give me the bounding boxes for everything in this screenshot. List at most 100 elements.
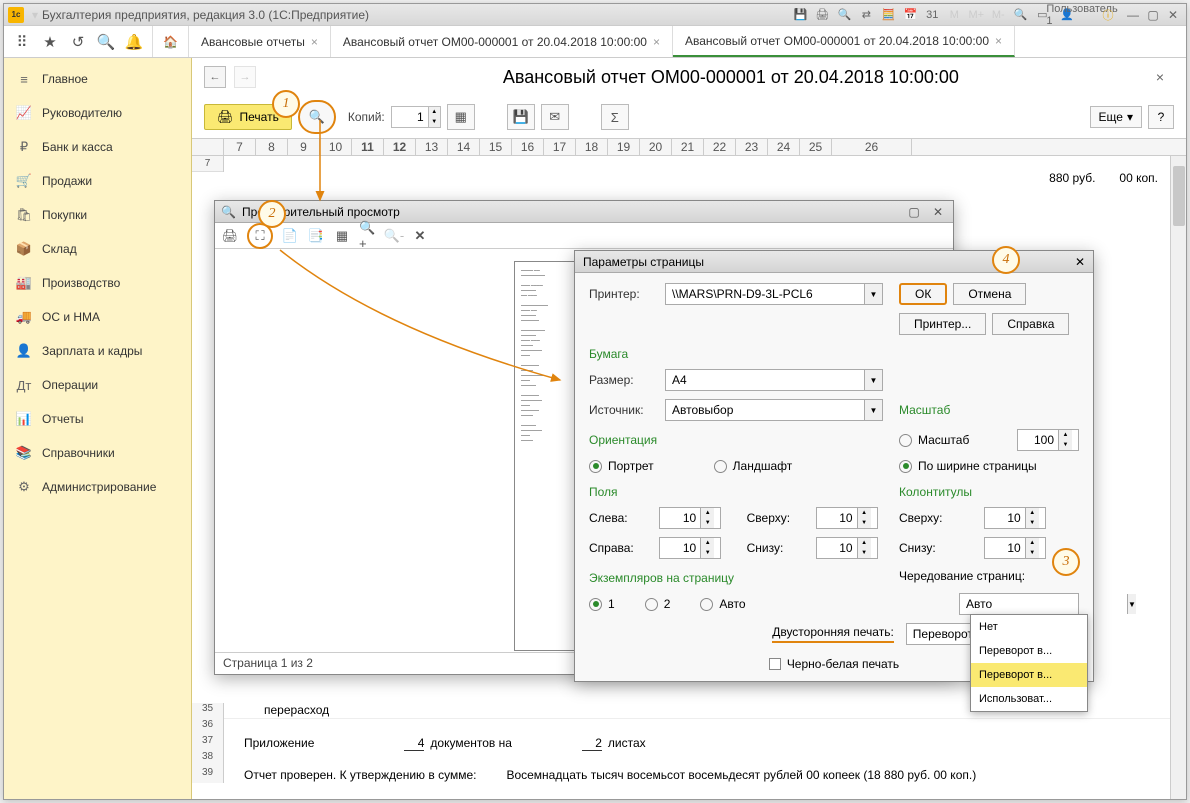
user-label[interactable]: 👤 Пользователь 1	[1056, 7, 1094, 23]
apps-icon[interactable]: ⠿	[8, 29, 36, 55]
tab-home[interactable]: 🏠	[153, 26, 189, 57]
save-button[interactable]: 💾	[507, 104, 535, 130]
bell-icon[interactable]: 🔔	[120, 29, 148, 55]
sidebar-item-catalogs[interactable]: 📚Справочники	[4, 436, 191, 470]
maximize-icon[interactable]: ▢	[1144, 7, 1162, 23]
scale-stepper[interactable]: ▲▼	[1017, 429, 1079, 451]
tab-reports-list[interactable]: Авансовые отчеты ×	[189, 26, 331, 57]
sidebar-item-admin[interactable]: ⚙Администрирование	[4, 470, 191, 504]
nav-back-button[interactable]: ←	[204, 66, 226, 88]
close-preview-icon[interactable]: ✕	[411, 227, 429, 245]
minimize-icon[interactable]: —	[1124, 7, 1142, 23]
dropdown-option[interactable]: Переворот в...	[971, 663, 1087, 687]
page-icon[interactable]: 📄	[281, 227, 299, 245]
copies-input[interactable]	[392, 107, 428, 127]
up-icon[interactable]: ▲	[428, 107, 440, 117]
margin-right-stepper[interactable]: ▲▼	[659, 537, 721, 559]
up-icon[interactable]: ▲	[1058, 430, 1072, 440]
preview-icon[interactable]: 🔍	[836, 7, 852, 23]
sidebar-item-assets[interactable]: 🚚ОС и НМА	[4, 300, 191, 334]
grid-icon[interactable]: ▦	[333, 227, 351, 245]
landscape-radio[interactable]: Ландшафт	[714, 459, 793, 473]
source-select[interactable]: ▼	[665, 399, 883, 421]
sidebar-item-hr[interactable]: 👤Зарплата и кадры	[4, 334, 191, 368]
sum-button[interactable]: Σ	[601, 104, 629, 130]
tab-close-icon[interactable]: ×	[995, 34, 1002, 48]
printer-select[interactable]: ▼	[665, 283, 883, 305]
sidebar-item-operations[interactable]: ДтОперации	[4, 368, 191, 402]
dropdown-option[interactable]: Переворот в...	[971, 639, 1087, 663]
size-input[interactable]	[666, 370, 864, 390]
preview-button[interactable]: 🔍	[298, 100, 336, 134]
help-button[interactable]: Справка	[992, 313, 1069, 335]
tab-close-icon[interactable]: ×	[311, 35, 318, 49]
favorite-icon[interactable]: ▾	[32, 8, 38, 22]
sidebar-item-warehouse[interactable]: 📦Склад	[4, 232, 191, 266]
compare-icon[interactable]: ⇄	[858, 7, 874, 23]
sidebar-item-production[interactable]: 🏭Производство	[4, 266, 191, 300]
fit-width-radio[interactable]: По ширине страницы	[899, 459, 1079, 473]
zoom-out-icon[interactable]: 🔍-	[385, 227, 403, 245]
more-button[interactable]: Еще ▾	[1090, 106, 1142, 128]
email-button[interactable]: ✉	[541, 104, 569, 130]
chevron-down-icon[interactable]: ▼	[1127, 594, 1136, 614]
alternation-select[interactable]: ▼	[959, 593, 1079, 615]
nav-forward-button[interactable]: →	[234, 66, 256, 88]
cancel-button[interactable]: Отмена	[953, 283, 1026, 305]
star-icon[interactable]: ★	[36, 29, 64, 55]
close-icon[interactable]: ✕	[929, 204, 947, 220]
copies-2-radio[interactable]: 2	[645, 597, 671, 611]
dropdown-option[interactable]: Нет	[971, 615, 1087, 639]
sidebar-item-reports[interactable]: 📊Отчеты	[4, 402, 191, 436]
chevron-down-icon[interactable]: ▼	[864, 284, 882, 304]
search-icon[interactable]: 🔍	[92, 29, 120, 55]
tab-close-icon[interactable]: ×	[653, 35, 660, 49]
portrait-radio[interactable]: Портрет	[589, 459, 654, 473]
sidebar-item-sales[interactable]: 🛒Продажи	[4, 164, 191, 198]
sidebar-item-main[interactable]: ≡Главное	[4, 62, 191, 96]
save-icon[interactable]: 💾	[792, 7, 808, 23]
down-icon[interactable]: ▼	[1058, 440, 1072, 450]
copies-1-radio[interactable]: 1	[589, 597, 615, 611]
info-icon[interactable]: ⓘ	[1100, 7, 1116, 23]
printer-settings-button[interactable]: Принтер...	[899, 313, 986, 335]
pages-icon[interactable]: 📑	[307, 227, 325, 245]
print-icon[interactable]: 🖨	[814, 7, 830, 23]
calendar-icon[interactable]: 📅	[902, 7, 918, 23]
m-plus-icon[interactable]: M+	[968, 7, 984, 23]
calc-icon[interactable]: 🧮	[880, 7, 896, 23]
footer-bottom-stepper[interactable]: ▲▼	[984, 537, 1046, 559]
printer-input[interactable]	[666, 284, 864, 304]
chevron-down-icon[interactable]: ▼	[864, 370, 882, 390]
maximize-icon[interactable]: ▢	[905, 204, 923, 220]
scale-input[interactable]	[1018, 430, 1058, 450]
copies-auto-radio[interactable]: Авто	[700, 597, 745, 611]
size-select[interactable]: ▼	[665, 369, 883, 391]
ok-button[interactable]: ОК	[899, 283, 947, 305]
copies-stepper[interactable]: ▲▼	[391, 106, 441, 128]
source-input[interactable]	[666, 400, 864, 420]
m-icon[interactable]: M	[946, 7, 962, 23]
scrollbar-vertical[interactable]	[1170, 156, 1186, 799]
print-icon[interactable]: 🖨	[221, 227, 239, 245]
tab-report-1[interactable]: Авансовый отчет ОМ00-000001 от 20.04.201…	[331, 26, 673, 57]
sidebar-item-purchases[interactable]: 🛍Покупки	[4, 198, 191, 232]
m-minus-icon[interactable]: M-	[990, 7, 1006, 23]
margin-bottom-stepper[interactable]: ▲▼	[816, 537, 878, 559]
close-icon[interactable]: ✕	[1075, 255, 1085, 269]
chevron-down-icon[interactable]: ▼	[864, 400, 882, 420]
scale-radio[interactable]: Масштаб	[899, 433, 969, 447]
help-button[interactable]: ?	[1148, 105, 1174, 129]
close-icon[interactable]: ✕	[1164, 7, 1182, 23]
date-icon[interactable]: 31	[924, 7, 940, 23]
doc-close-icon[interactable]: ×	[1146, 69, 1174, 85]
bw-checkbox[interactable]: Черно-белая печать	[769, 657, 899, 671]
layout-button[interactable]: ▦	[447, 104, 475, 130]
dropdown-option[interactable]: Использоват...	[971, 687, 1087, 711]
history-icon[interactable]: ↺	[64, 29, 92, 55]
footer-top-stepper[interactable]: ▲▼	[984, 507, 1046, 529]
down-icon[interactable]: ▼	[428, 117, 440, 127]
margin-left-stepper[interactable]: ▲▼	[659, 507, 721, 529]
zoom-in-icon[interactable]: 🔍+	[359, 227, 377, 245]
margin-top-stepper[interactable]: ▲▼	[816, 507, 878, 529]
